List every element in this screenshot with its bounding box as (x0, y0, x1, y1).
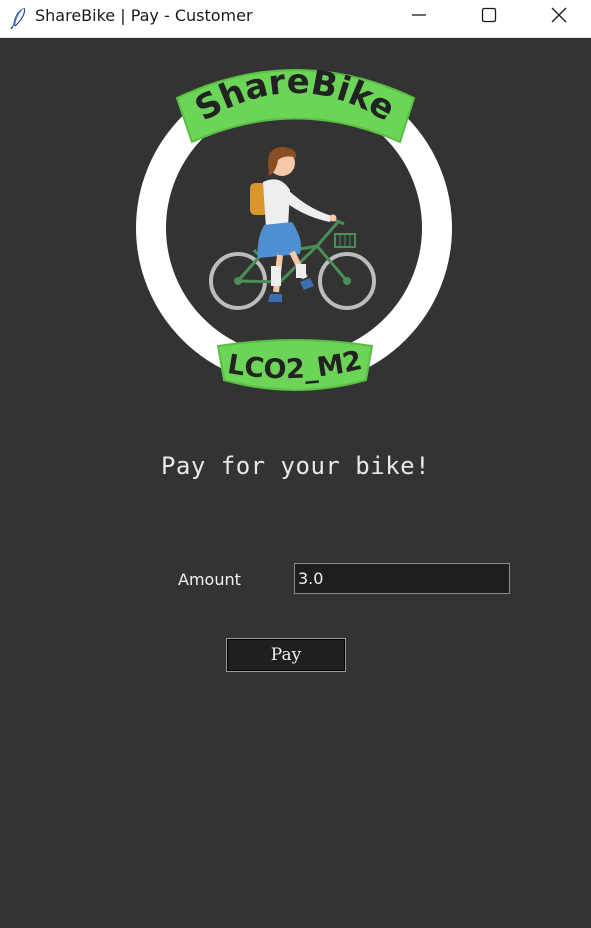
close-button[interactable] (526, 0, 591, 30)
window-title: ShareBike | Pay - Customer (35, 6, 253, 25)
maximize-button[interactable] (456, 0, 522, 30)
amount-label: Amount (178, 570, 241, 589)
minimize-icon (412, 14, 426, 16)
feather-icon (10, 7, 26, 30)
window-titlebar: ShareBike | Pay - Customer (0, 0, 591, 38)
sharebike-logo: ShareBike LCO2_M2 (136, 62, 452, 391)
page-heading: Pay for your bike! (160, 452, 431, 480)
maximize-icon (481, 7, 497, 23)
minimize-button[interactable] (386, 0, 452, 30)
pay-button[interactable]: Pay (226, 638, 346, 672)
cyclist-illustration (209, 146, 376, 310)
close-icon (551, 7, 567, 23)
amount-input[interactable] (294, 563, 510, 594)
